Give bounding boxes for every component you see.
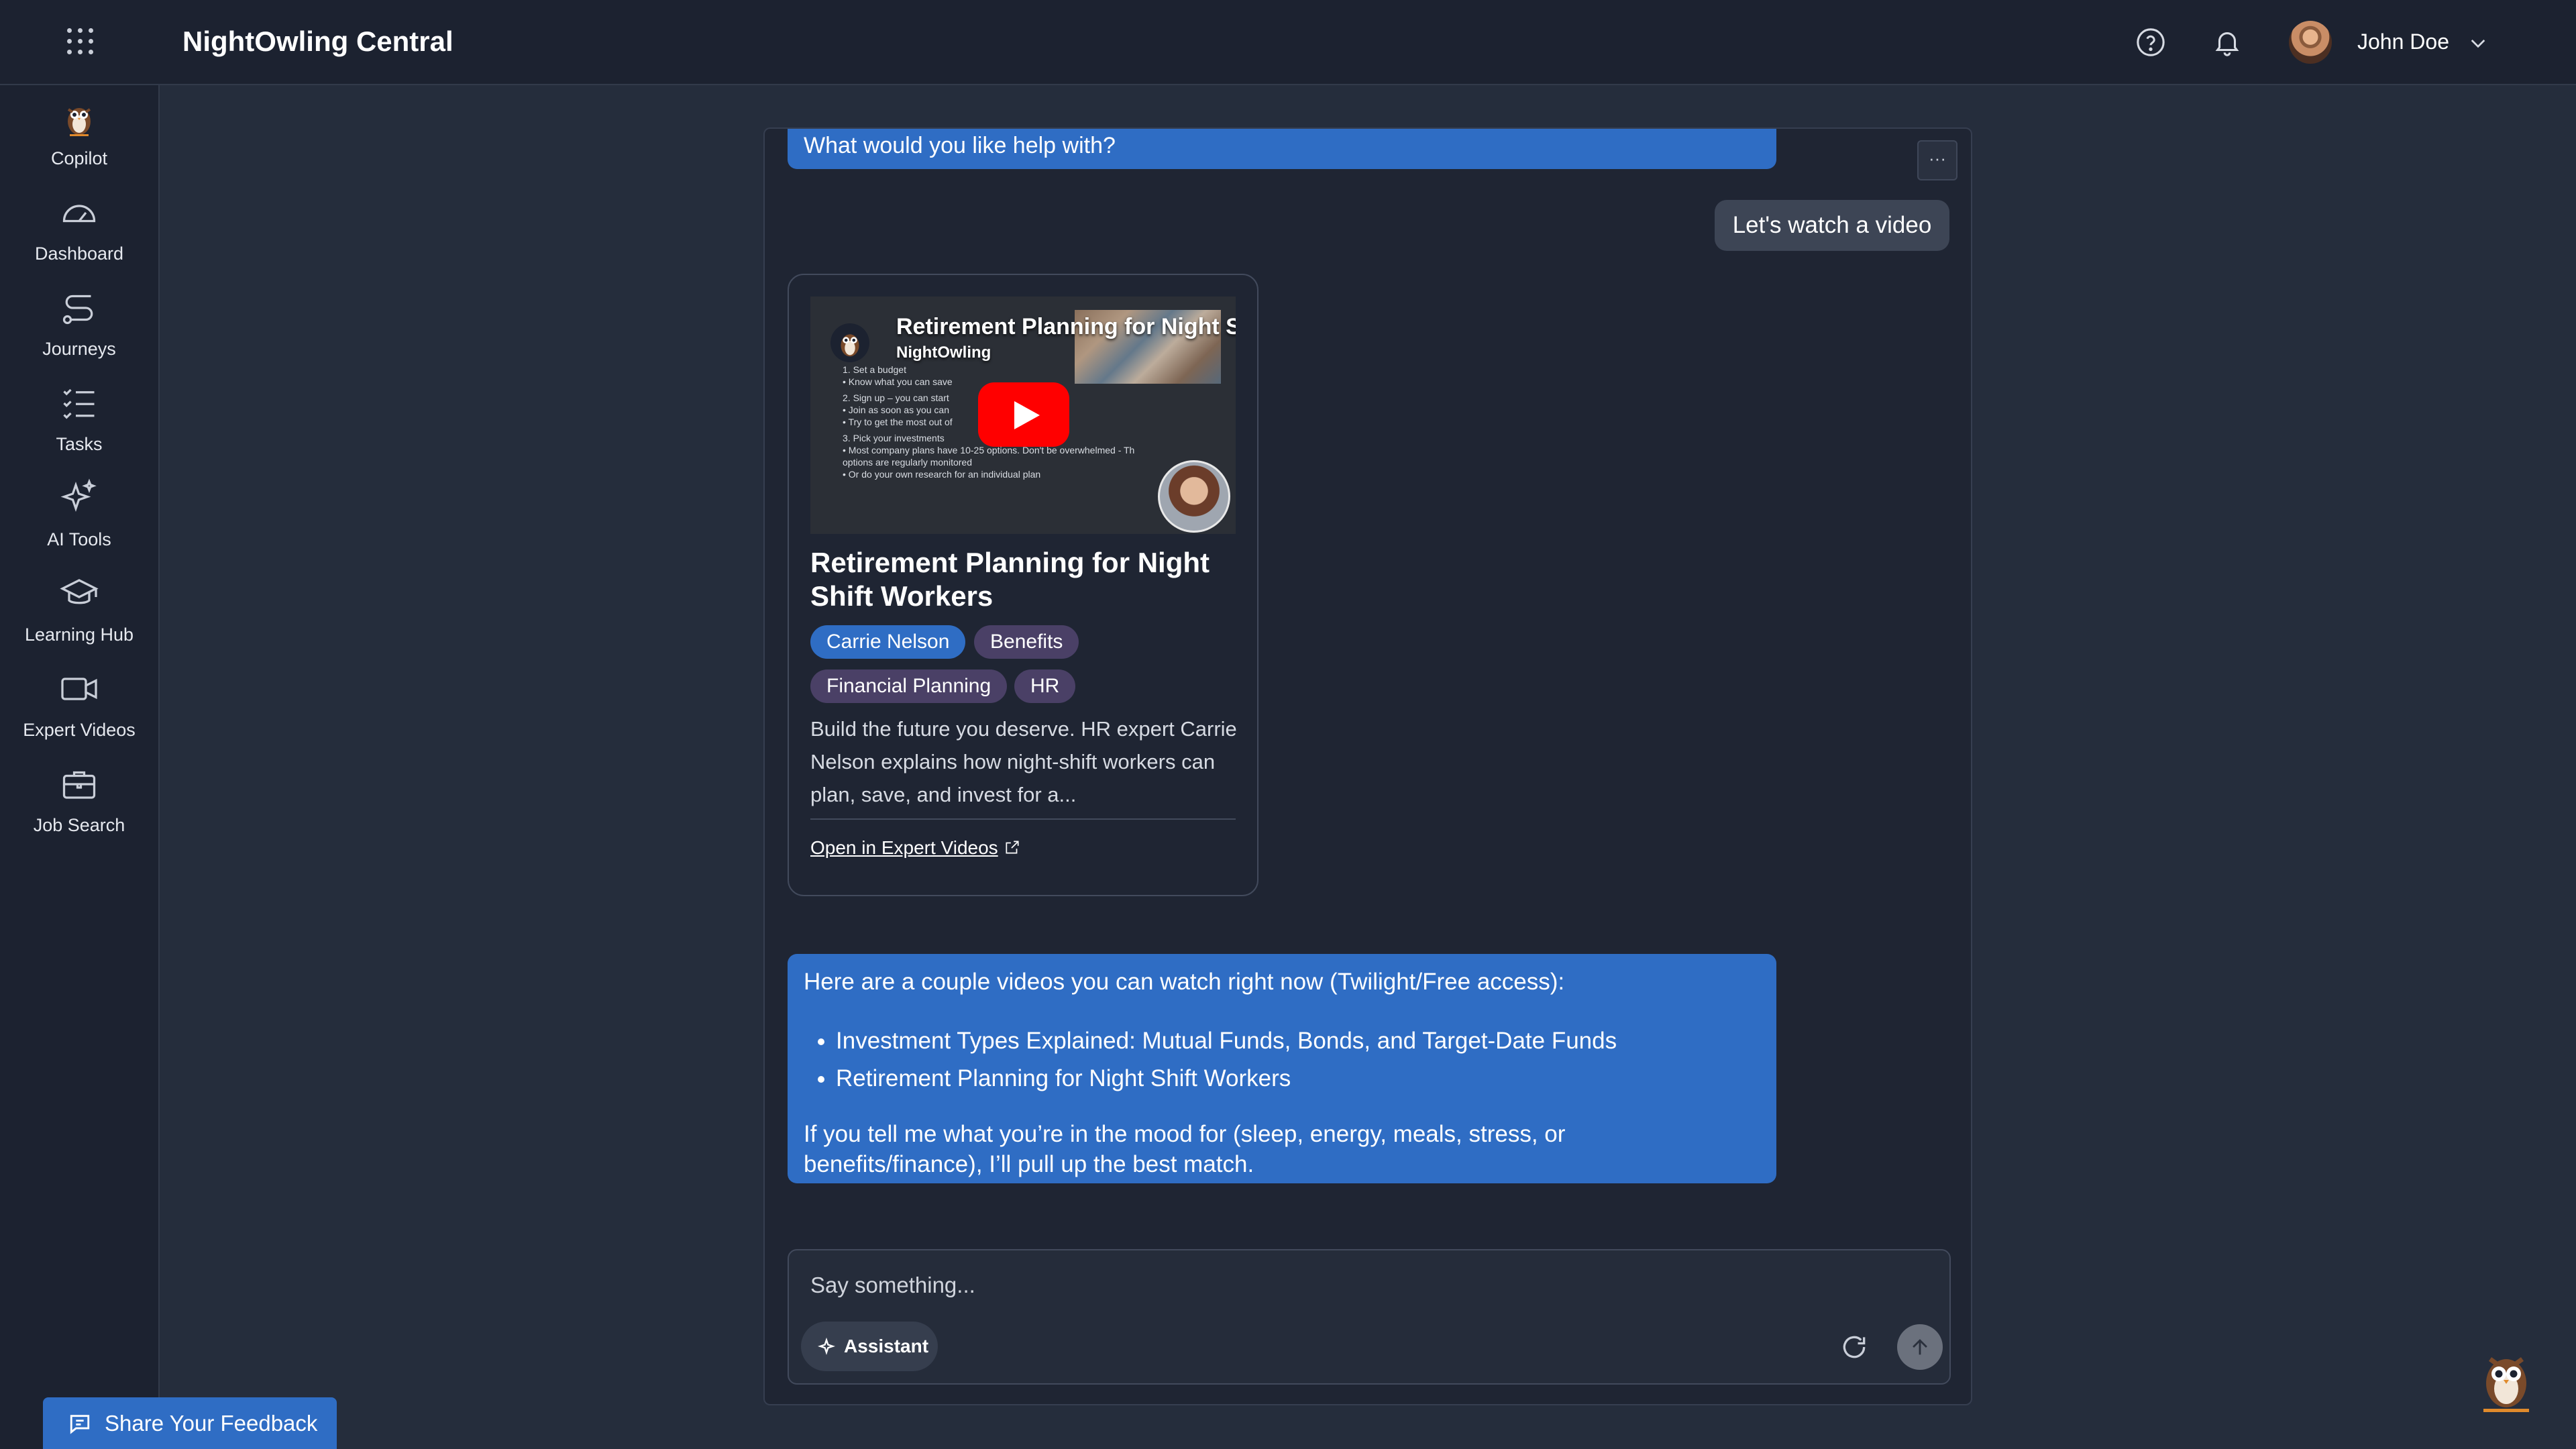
- sidebar-item-label: Journeys: [42, 339, 116, 359]
- sidebar-item-journeys[interactable]: Journeys: [0, 288, 158, 375]
- app-title: NightOwling Central: [182, 25, 453, 57]
- tag-category[interactable]: Financial Planning: [810, 669, 1008, 703]
- message-input[interactable]: [810, 1265, 1884, 1305]
- app-grid-icon[interactable]: [67, 28, 94, 55]
- graduation-cap-icon: [60, 579, 99, 604]
- message-composer: Assistant: [788, 1249, 1951, 1385]
- gauge-icon: [62, 205, 96, 223]
- more-options-button[interactable]: ···: [1917, 140, 1957, 180]
- video-camera-icon: [61, 678, 97, 700]
- video-description: Build the future you deserve. HR expert …: [810, 717, 1237, 806]
- sidebar-item-label: Expert Videos: [23, 720, 136, 740]
- user-name[interactable]: John Doe: [2357, 30, 2449, 54]
- send-button[interactable]: [1897, 1324, 1943, 1370]
- video-suggestion-list: Investment Types Explained: Mutual Funds…: [836, 1022, 1617, 1097]
- video-title: Retirement Planning for Night Shift Work…: [810, 547, 1210, 612]
- owl-mascot-icon[interactable]: [2471, 1346, 2541, 1415]
- route-icon: [62, 294, 93, 325]
- sidebar-item-tasks[interactable]: Tasks: [0, 383, 158, 470]
- refresh-icon[interactable]: [1839, 1332, 1869, 1362]
- sparkle-icon: [60, 478, 97, 512]
- chat-bubble-icon: [70, 1415, 90, 1434]
- presenter-avatar: [1158, 460, 1230, 533]
- bot-message: Here are a couple videos you can watch r…: [788, 954, 1776, 1183]
- share-feedback-button[interactable]: Share Your Feedback: [43, 1397, 337, 1449]
- assistant-mode-button[interactable]: Assistant: [801, 1322, 938, 1371]
- external-link-icon: [1006, 841, 1019, 854]
- owl-icon: [830, 323, 869, 362]
- play-icon[interactable]: [978, 382, 1069, 447]
- sparkle-icon: [817, 1338, 836, 1355]
- help-icon[interactable]: [2135, 27, 2166, 58]
- briefcase-icon: [62, 771, 96, 799]
- open-in-expert-videos-link[interactable]: Open in Expert Videos: [810, 837, 1021, 859]
- sidebar-item-label: AI Tools: [47, 529, 111, 549]
- sidebar-item-label: Dashboard: [34, 244, 124, 264]
- sidebar-item-label: Job Search: [33, 815, 125, 835]
- list-item: Investment Types Explained: Mutual Funds…: [836, 1022, 1617, 1060]
- sidebar-item-label: Learning Hub: [24, 625, 134, 645]
- tag-category[interactable]: HR: [1014, 669, 1076, 703]
- user-message: Let's watch a video: [1715, 200, 1949, 251]
- thumbnail-channel: NightOwling: [896, 343, 991, 362]
- sidebar-item-dashboard[interactable]: Dashboard: [0, 193, 158, 280]
- divider: [810, 818, 1236, 820]
- assistant-label: Assistant: [844, 1336, 929, 1356]
- arrow-up-icon: [1913, 1339, 1927, 1355]
- bot-message: What would you like help with?: [788, 129, 1776, 169]
- chat-panel: What would you like help with? ··· Let's…: [763, 127, 1972, 1405]
- checklist-icon: [63, 388, 95, 419]
- sidebar-item-ai-tools[interactable]: AI Tools: [0, 478, 158, 566]
- list-item: Retirement Planning for Night Shift Work…: [836, 1060, 1617, 1097]
- sidebar: Copilot Dashboard Journeys Tasks AI Tool…: [0, 85, 160, 1449]
- sidebar-item-learning-hub[interactable]: Learning Hub: [0, 574, 158, 661]
- bot-message-outro: If you tell me what you’re in the mood f…: [804, 1121, 1566, 1177]
- top-bar: NightOwling Central John Doe: [0, 0, 2576, 85]
- bell-icon[interactable]: [2212, 27, 2243, 58]
- sidebar-item-label: Tasks: [56, 434, 103, 454]
- feedback-label: Share Your Feedback: [105, 1411, 318, 1436]
- sidebar-item-label: Copilot: [50, 148, 108, 168]
- owl-icon: [67, 108, 91, 136]
- tag-category[interactable]: Benefits: [974, 625, 1079, 659]
- avatar[interactable]: [2289, 21, 2332, 64]
- link-label: Open in Expert Videos: [810, 837, 998, 858]
- chevron-down-icon[interactable]: [2467, 32, 2489, 54]
- video-card: 1. Set a budget • Know what you can save…: [788, 274, 1258, 896]
- sidebar-item-expert-videos[interactable]: Expert Videos: [0, 669, 158, 756]
- tag-presenter[interactable]: Carrie Nelson: [810, 625, 966, 659]
- sidebar-item-job-search[interactable]: Job Search: [0, 764, 158, 851]
- thumbnail-title: Retirement Planning for Night Shift Work…: [896, 314, 1236, 339]
- sidebar-item-copilot[interactable]: Copilot: [0, 97, 158, 184]
- bot-message-intro: Here are a couple videos you can watch r…: [804, 969, 1565, 995]
- video-thumbnail[interactable]: 1. Set a budget • Know what you can save…: [810, 297, 1236, 534]
- bot-message-text: What would you like help with?: [804, 133, 1116, 158]
